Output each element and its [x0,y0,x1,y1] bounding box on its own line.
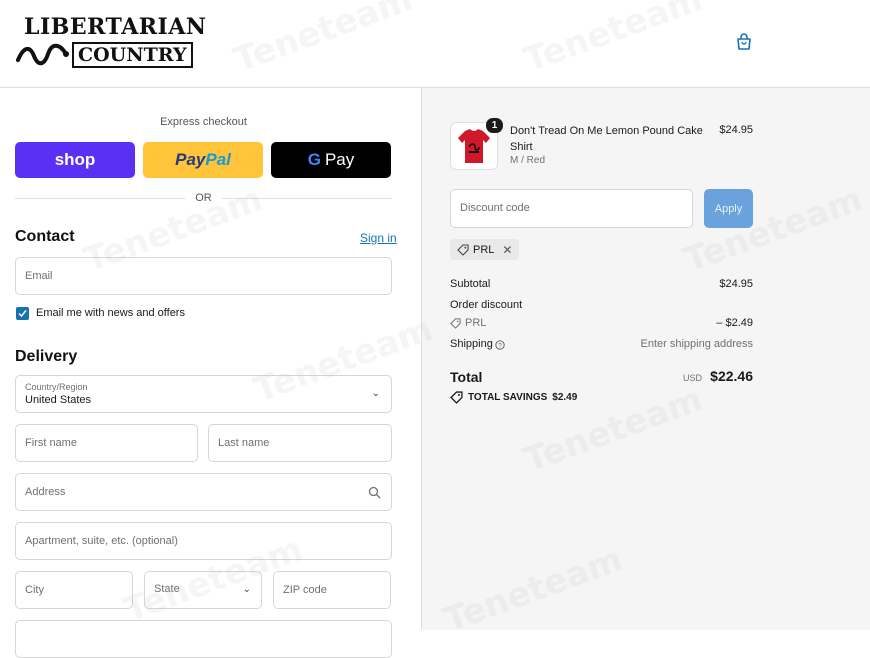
discount-code-field[interactable]: Discount code [450,189,693,228]
total-savings-label: TOTAL SAVINGS [468,392,548,403]
email-field[interactable]: Email [15,257,392,295]
first-name-field[interactable]: First name [15,424,198,462]
apartment-field[interactable]: Apartment, suite, etc. (optional) [15,522,392,560]
google-pay-label: Pay [324,150,355,169]
address-placeholder: Address [25,486,66,498]
shop-pay-label: shop [54,150,96,169]
phone-field[interactable] [15,620,392,658]
order-discount-row: Order discount [450,299,753,311]
chevron-down-icon: ⌄ [371,388,380,399]
first-name-placeholder: First name [25,437,77,449]
quantity-badge: 1 [486,118,503,133]
paypal-label-a: Pay [175,150,206,169]
sign-in-link[interactable]: Sign in [360,231,397,245]
header: LIBERTARIAN COUNTRY [0,0,870,88]
shop-pay-button[interactable]: shop [15,142,135,178]
news-checkbox[interactable] [16,307,29,320]
city-field[interactable]: City [15,571,133,609]
discount-value: – $2.49 [716,317,753,329]
apartment-placeholder: Apartment, suite, etc. (optional) [25,535,178,547]
svg-text:?: ? [498,343,502,350]
total-currency: USD [683,373,703,383]
total-savings: TOTAL SAVINGS $2.49 [450,391,577,404]
country-label: Country/Region [25,382,88,392]
subtotal-value: $24.95 [719,278,753,290]
total-savings-value: $2.49 [552,392,578,403]
shipping-value: Enter shipping address [640,338,753,350]
total-label: Total [450,369,483,385]
search-icon [368,486,381,499]
apply-discount-button[interactable]: Apply [704,189,753,228]
logo-line2: COUNTRY [72,42,193,68]
product-price: $24.95 [719,124,753,136]
zip-placeholder: ZIP code [283,584,327,596]
last-name-placeholder: Last name [218,437,270,449]
shopping-bag-icon[interactable] [734,32,754,52]
divider-left [15,198,185,199]
google-g-icon: G [307,150,321,169]
email-placeholder: Email [25,270,53,282]
subtotal-label: Subtotal [450,278,491,290]
contact-title: Contact [15,228,75,245]
product-name: Don't Tread On Me Lemon Pound Cake Shirt [510,125,703,153]
country-select[interactable]: Country/Region United States ⌄ [15,375,392,413]
remove-discount-icon[interactable]: ✕ [502,243,512,257]
tag-icon [450,391,463,404]
chevron-down-icon: ⌄ [242,584,251,595]
subtotal-row: Subtotal $24.95 [450,278,753,290]
discount-tag: PRL ✕ [450,239,520,260]
or-separator: OR [195,192,212,204]
tag-icon [450,318,461,329]
shipping-row: Shipping ? Enter shipping address [450,338,753,350]
state-select[interactable]: State ⌄ [144,571,262,609]
discount-tag-label: PRL [473,243,495,256]
address-field[interactable]: Address [15,473,392,511]
tag-icon [457,243,469,256]
paypal-label-b: Pal [205,150,231,169]
discount-code-label: PRL [465,317,487,329]
checkmark-icon [18,310,27,318]
delivery-title: Delivery [15,348,78,365]
google-pay-button[interactable]: G Pay [271,142,391,178]
country-value: United States [25,394,92,406]
store-logo[interactable]: LIBERTARIAN COUNTRY [16,14,206,70]
last-name-field[interactable]: Last name [208,424,392,462]
total-value: $22.46 [710,368,753,384]
snake-icon [16,43,69,66]
zip-field[interactable]: ZIP code [273,571,391,609]
shipping-label: Shipping [450,338,493,350]
help-icon[interactable]: ? [495,340,505,350]
news-checkbox-label: Email me with news and offers [36,307,185,319]
divider-right [222,198,392,199]
discount-code-placeholder: Discount code [460,202,530,214]
order-discount-label: Order discount [450,299,523,311]
paypal-button[interactable]: Pay Pal [143,142,263,178]
product-variant: M / Red [510,155,546,166]
state-placeholder: State [154,583,180,595]
logo-line1: LIBERTARIAN [24,14,207,40]
city-placeholder: City [25,584,44,596]
express-checkout-title: Express checkout [160,116,247,128]
